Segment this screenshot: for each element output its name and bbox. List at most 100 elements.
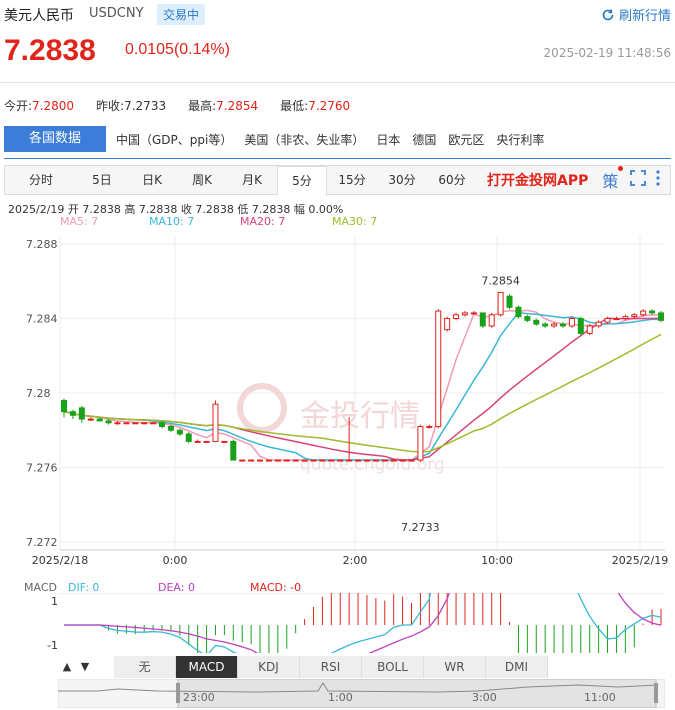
indicator-kdj[interactable]: KDJ (238, 656, 300, 678)
ma5-label: MA5: 7 (60, 215, 99, 228)
info-amp-label: 幅 (293, 203, 305, 216)
nav-item-china[interactable]: 中国（GDP、ppi等） (116, 131, 232, 148)
refresh-label: 刷新行情 (618, 9, 671, 24)
nav-item-central-bank[interactable]: 央行利率 (496, 131, 544, 148)
fullscreen-icon[interactable] (630, 170, 647, 190)
prev-arrow-icon[interactable]: ▲ (58, 656, 76, 678)
divider (0, 82, 675, 83)
next-arrow-icon[interactable]: ▼ (76, 656, 94, 678)
country-data-nav: 各国数据 中国（GDP、ppi等） 美国（非农、失业率） 日本 德国 欧元区 央… (4, 126, 671, 152)
tab-weekly-k[interactable]: 周K (177, 166, 227, 194)
tab-monthly-k[interactable]: 月K (227, 166, 277, 194)
indicator-none[interactable]: 无 (114, 656, 176, 678)
candle-body (559, 323, 566, 327)
candle-body (176, 429, 183, 435)
candle-body (408, 459, 415, 462)
candle-body (381, 459, 388, 462)
candle-body (533, 319, 540, 325)
refresh-button[interactable]: 刷新行情 (601, 5, 671, 24)
candle-body (524, 316, 531, 321)
period-tabs: 分时 5日 日K 周K 月K 5分 15分 30分 60分 打开金投网APP 策 (4, 165, 671, 196)
trading-status-badge: 交易中 (157, 4, 206, 25)
candle-body (515, 306, 522, 318)
ma20-label: MA20: 7 (240, 215, 286, 228)
open-label: 今开: (4, 99, 33, 113)
candle-body (355, 459, 362, 462)
instrument-name: 美元人民币 (4, 8, 74, 24)
nav-tick-2: 1:00 (328, 691, 353, 704)
indicator-wr[interactable]: WR (424, 656, 486, 678)
more-menu-icon[interactable] (656, 170, 660, 190)
y-tick-label: 7.284 (26, 313, 58, 326)
candle-body (248, 459, 255, 462)
candle-body (444, 318, 451, 331)
nav-item-us[interactable]: 美国（非农、失业率） (244, 131, 364, 148)
candle-body (61, 399, 67, 413)
nav-item-germany[interactable]: 德国 (412, 131, 436, 148)
candle-body (622, 316, 629, 319)
macd-tick-label: 1 (51, 595, 58, 608)
info-close: 7.2838 (195, 203, 234, 216)
candle-body (479, 312, 486, 327)
candle-body (265, 459, 272, 462)
candle-body (551, 323, 558, 327)
tab-60min[interactable]: 60分 (427, 166, 477, 194)
refresh-icon (602, 8, 614, 20)
open-app-link[interactable]: 打开金投网APP (487, 170, 588, 190)
last-price: 7.2838 (4, 34, 96, 67)
tab-5min[interactable]: 5分 (277, 165, 327, 196)
kline-chart[interactable]: 金投行情 quote.cngold.org 7.288 7.284 7.28 7.27… (0, 228, 675, 580)
nav-item-eurozone[interactable]: 欧元区 (448, 131, 484, 148)
y-tick-label: 7.28 (26, 387, 51, 400)
navigator-left-handle[interactable] (176, 683, 180, 703)
indicator-macd[interactable]: MACD (176, 656, 238, 678)
candle-body (658, 312, 664, 321)
candle-body (257, 459, 264, 462)
strategy-icon[interactable]: 策 (602, 166, 624, 192)
candle-body (283, 459, 290, 462)
low-value: 7.2760 (308, 99, 351, 113)
nav-tick-3: 3:00 (472, 691, 497, 704)
ma30-label: MA30: 7 (332, 215, 378, 228)
candle-body (506, 295, 513, 308)
nav-item-japan[interactable]: 日本 (376, 131, 400, 148)
candle-body (461, 312, 468, 316)
candle-body (372, 459, 379, 462)
x-tick-label: 2025/2/19 (612, 554, 668, 567)
candle-body (363, 459, 370, 462)
candle-body (221, 440, 228, 443)
macd-tick-label: -1 (47, 639, 58, 652)
notification-dot (618, 166, 624, 171)
candle-body (319, 459, 326, 462)
candle-body (132, 422, 139, 425)
candle-body (568, 318, 575, 327)
candle-body (274, 459, 281, 462)
indicator-boll[interactable]: BOLL (362, 656, 424, 678)
candle-body (87, 418, 94, 421)
candle-body (640, 310, 647, 316)
time-navigator[interactable]: 23:00 1:00 3:00 11:00 (58, 679, 665, 708)
candle-body (301, 459, 308, 462)
ma10-label: MA10: 7 (149, 215, 195, 228)
timestamp: 2025-02-19 11:48:56 (543, 46, 671, 60)
candle-body (203, 440, 210, 443)
macd-chart: 1 -1 (47, 593, 665, 653)
tab-15min[interactable]: 15分 (327, 166, 377, 194)
strategy-icon-label: 策 (602, 172, 619, 191)
candle-body (78, 407, 85, 420)
candle-body (577, 318, 584, 334)
tab-30min[interactable]: 30分 (377, 166, 427, 194)
navigator-right-handle[interactable] (654, 683, 658, 703)
tab-5day[interactable]: 5日 (77, 166, 127, 194)
candle-body (542, 323, 549, 327)
candle-body (114, 422, 121, 425)
indicator-dmi[interactable]: DMI (486, 656, 548, 678)
candle-body (310, 459, 317, 462)
indicator-rsi[interactable]: RSI (300, 656, 362, 678)
candle-body (96, 418, 103, 422)
candle-body (435, 310, 442, 428)
nav-title: 各国数据 (4, 126, 106, 152)
tab-timeshare[interactable]: 分时 (5, 166, 77, 194)
tab-daily-k[interactable]: 日K (127, 166, 177, 194)
prev-close-value: 7.2733 (124, 99, 167, 113)
